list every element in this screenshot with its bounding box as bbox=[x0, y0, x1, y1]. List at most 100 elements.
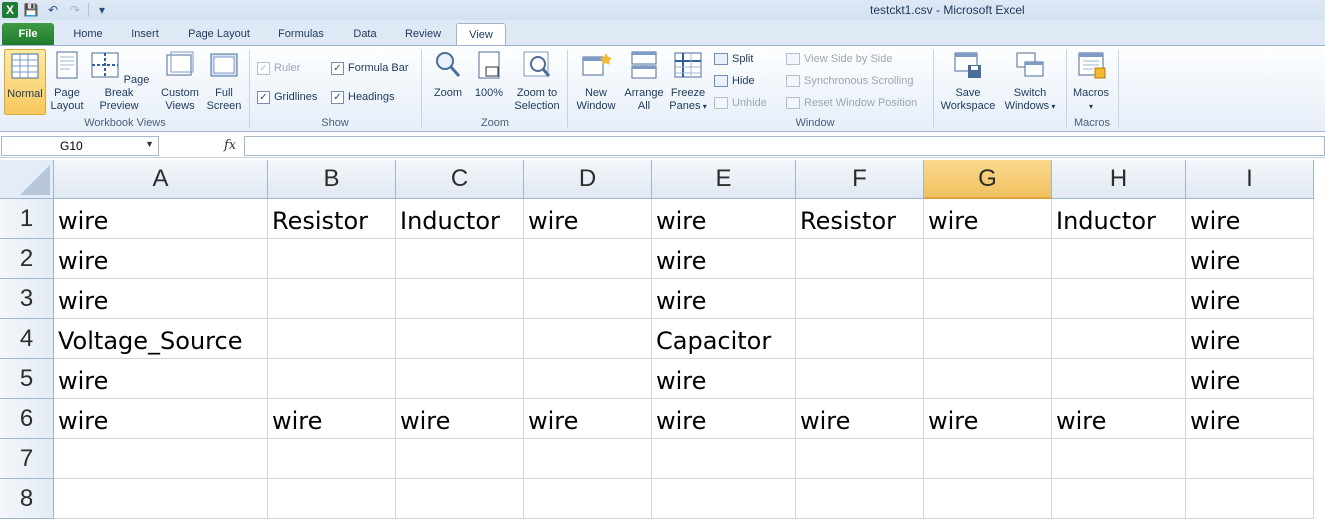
cell-g6[interactable]: wire bbox=[924, 399, 1052, 439]
column-header-e[interactable]: E bbox=[652, 160, 796, 199]
cell-e5[interactable]: wire bbox=[652, 359, 796, 399]
cell-i7[interactable] bbox=[1186, 439, 1314, 479]
tab-page-layout[interactable]: Page Layout bbox=[180, 23, 258, 45]
cell-g2[interactable] bbox=[924, 239, 1052, 279]
zoom-100-button[interactable]: 100% bbox=[471, 49, 507, 115]
cell-a8[interactable] bbox=[54, 479, 268, 519]
row-header-1[interactable]: 1 bbox=[0, 199, 54, 239]
cell-d2[interactable] bbox=[524, 239, 652, 279]
cell-a6[interactable]: wire bbox=[54, 399, 268, 439]
zoom-to-selection-button[interactable]: Zoom to Selection bbox=[511, 49, 563, 115]
cell-b3[interactable] bbox=[268, 279, 396, 319]
cell-a4[interactable]: Voltage_Source bbox=[54, 319, 268, 359]
full-screen-button[interactable]: Full Screen bbox=[204, 49, 244, 115]
cell-g8[interactable] bbox=[924, 479, 1052, 519]
column-header-g[interactable]: G bbox=[924, 160, 1052, 199]
cell-c2[interactable] bbox=[396, 239, 524, 279]
tab-formulas[interactable]: Formulas bbox=[270, 23, 332, 45]
headings-checkbox[interactable]: ✓ Headings bbox=[331, 88, 394, 106]
cell-e2[interactable]: wire bbox=[652, 239, 796, 279]
cell-g5[interactable] bbox=[924, 359, 1052, 399]
cell-f1[interactable]: Resistor bbox=[796, 199, 924, 239]
cell-f3[interactable] bbox=[796, 279, 924, 319]
unhide-button[interactable]: Unhide bbox=[714, 94, 767, 112]
cell-a3[interactable]: wire bbox=[54, 279, 268, 319]
column-header-d[interactable]: D bbox=[524, 160, 652, 199]
arrange-all-button[interactable]: Arrange All bbox=[622, 49, 666, 115]
cell-f8[interactable] bbox=[796, 479, 924, 519]
hide-button[interactable]: Hide bbox=[714, 72, 755, 90]
custom-views-button[interactable]: Custom Views bbox=[158, 49, 202, 115]
cell-h7[interactable] bbox=[1052, 439, 1186, 479]
cell-f2[interactable] bbox=[796, 239, 924, 279]
cell-a5[interactable]: wire bbox=[54, 359, 268, 399]
reset-window-position-button[interactable]: Reset Window Position bbox=[786, 94, 917, 112]
cell-a7[interactable] bbox=[54, 439, 268, 479]
cell-h4[interactable] bbox=[1052, 319, 1186, 359]
cell-h5[interactable] bbox=[1052, 359, 1186, 399]
cell-a2[interactable]: wire bbox=[54, 239, 268, 279]
column-header-b[interactable]: B bbox=[268, 160, 396, 199]
cell-e3[interactable]: wire bbox=[652, 279, 796, 319]
cell-c4[interactable] bbox=[396, 319, 524, 359]
normal-view-button[interactable]: Normal bbox=[4, 49, 46, 115]
cell-b5[interactable] bbox=[268, 359, 396, 399]
cell-g3[interactable] bbox=[924, 279, 1052, 319]
cell-a1[interactable]: wire bbox=[54, 199, 268, 239]
cell-d5[interactable] bbox=[524, 359, 652, 399]
undo-icon[interactable]: ↶ bbox=[44, 3, 62, 17]
cell-i8[interactable] bbox=[1186, 479, 1314, 519]
column-header-h[interactable]: H bbox=[1052, 160, 1186, 199]
new-window-button[interactable]: New Window bbox=[572, 49, 620, 115]
row-header-2[interactable]: 2 bbox=[0, 239, 54, 279]
cell-i3[interactable]: wire bbox=[1186, 279, 1314, 319]
cell-i5[interactable]: wire bbox=[1186, 359, 1314, 399]
row-header-7[interactable]: 7 bbox=[0, 439, 54, 479]
cell-h6[interactable]: wire bbox=[1052, 399, 1186, 439]
cell-f7[interactable] bbox=[796, 439, 924, 479]
tab-insert[interactable]: Insert bbox=[122, 23, 168, 45]
cell-h2[interactable] bbox=[1052, 239, 1186, 279]
page-layout-view-button[interactable]: Page Layout bbox=[48, 49, 86, 115]
cell-c5[interactable] bbox=[396, 359, 524, 399]
cell-c8[interactable] bbox=[396, 479, 524, 519]
column-header-a[interactable]: A bbox=[54, 160, 268, 199]
row-header-4[interactable]: 4 bbox=[0, 319, 54, 359]
cell-g4[interactable] bbox=[924, 319, 1052, 359]
cell-e7[interactable] bbox=[652, 439, 796, 479]
cell-c6[interactable]: wire bbox=[396, 399, 524, 439]
cell-i2[interactable]: wire bbox=[1186, 239, 1314, 279]
select-all-corner[interactable] bbox=[0, 160, 54, 199]
view-side-by-side-button[interactable]: View Side by Side bbox=[786, 50, 892, 68]
freeze-panes-button[interactable]: Freeze Panes ▾ bbox=[668, 49, 708, 115]
save-workspace-button[interactable]: Save Workspace bbox=[938, 49, 998, 115]
split-button[interactable]: Split bbox=[714, 50, 753, 68]
macros-button[interactable]: Macros ▾ bbox=[1070, 49, 1112, 115]
cell-f5[interactable] bbox=[796, 359, 924, 399]
cell-b6[interactable]: wire bbox=[268, 399, 396, 439]
column-header-f[interactable]: F bbox=[796, 160, 924, 199]
switch-windows-button[interactable]: Switch Windows ▾ bbox=[1000, 49, 1060, 115]
cell-d6[interactable]: wire bbox=[524, 399, 652, 439]
cell-b2[interactable] bbox=[268, 239, 396, 279]
cell-b8[interactable] bbox=[268, 479, 396, 519]
excel-app-icon[interactable]: X bbox=[2, 2, 18, 18]
chevron-down-icon[interactable]: ▼ bbox=[145, 139, 154, 149]
tab-view[interactable]: View bbox=[456, 23, 506, 45]
tab-file[interactable]: File bbox=[2, 23, 54, 45]
cell-f6[interactable]: wire bbox=[796, 399, 924, 439]
tab-home[interactable]: Home bbox=[64, 23, 112, 45]
gridlines-checkbox[interactable]: ✓ Gridlines bbox=[257, 88, 317, 106]
column-header-c[interactable]: C bbox=[396, 160, 524, 199]
cell-c1[interactable]: Inductor bbox=[396, 199, 524, 239]
cell-d8[interactable] bbox=[524, 479, 652, 519]
tab-review[interactable]: Review bbox=[396, 23, 450, 45]
zoom-button[interactable]: Zoom bbox=[429, 49, 467, 115]
cell-i1[interactable]: wire bbox=[1186, 199, 1314, 239]
cell-d7[interactable] bbox=[524, 439, 652, 479]
tab-data[interactable]: Data bbox=[344, 23, 386, 45]
cell-e4[interactable]: Capacitor bbox=[652, 319, 796, 359]
save-icon[interactable]: 💾 bbox=[22, 3, 40, 17]
row-header-3[interactable]: 3 bbox=[0, 279, 54, 319]
insert-function-icon[interactable]: fx bbox=[224, 138, 236, 153]
